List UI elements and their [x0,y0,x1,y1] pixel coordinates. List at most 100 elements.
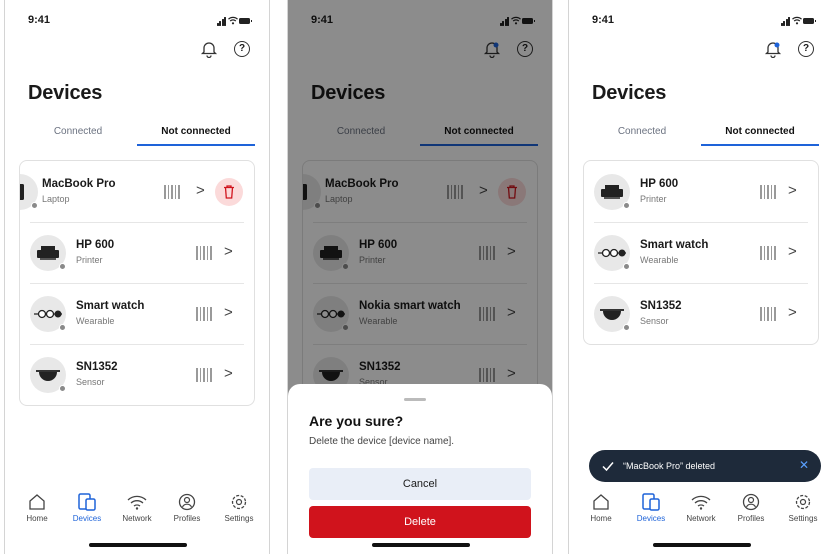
status-dot [623,202,630,209]
delete-button[interactable]: Delete [309,506,531,538]
chevron-right-icon[interactable]: > [788,183,798,199]
nav-devices[interactable]: Devices [61,492,113,523]
battery-icon [803,18,816,24]
device-name: Smart watch [640,239,709,251]
device-name: SN1352 [76,361,118,373]
chevron-right-icon[interactable]: > [788,305,798,321]
nav-devices[interactable]: Devices [625,492,677,523]
delete-button[interactable] [215,178,243,206]
check-icon [602,462,614,472]
chevron-right-icon[interactable]: > [196,183,206,199]
device-tabs: Connected Not connected [583,126,819,146]
signal-strength-icon [760,185,776,199]
nav-profiles[interactable]: Profiles [161,492,213,523]
tab-not-connected[interactable]: Not connected [137,126,255,146]
signal-strength-icon [760,246,776,260]
home-icon [593,494,609,510]
bell-icon[interactable] [764,40,782,58]
nav-settings-label: Settings [224,514,254,523]
home-indicator [653,543,751,547]
profile-icon [742,493,760,511]
chevron-right-icon[interactable]: > [788,244,798,260]
device-type: Printer [76,255,103,265]
device-list: MacBook Pro Laptop > HP 600 Printer > Sm… [19,160,255,406]
device-type: Sensor [76,377,105,387]
wifi-icon [127,495,147,510]
chevron-right-icon[interactable]: > [224,244,234,260]
page-title: Devices [28,82,103,104]
device-type: Wearable [640,255,679,265]
devices-icon [78,493,96,511]
dialog-message: Delete the device [device name]. [309,436,455,447]
nav-network[interactable]: Network [675,492,727,523]
toast-message: “MacBook Pro” deleted [623,461,716,471]
signal-strength-icon [196,246,212,260]
list-item[interactable]: HP 600 Printer > [584,161,818,222]
status-dot [59,385,66,392]
nav-home[interactable]: Home [575,492,627,523]
list-item[interactable]: MacBook Pro Laptop > [20,161,254,222]
cellular-icon [781,17,790,26]
tab-connected[interactable]: Connected [19,126,137,146]
wifi-icon [792,16,802,25]
nav-home-label: Home [26,514,48,523]
sheet-handle[interactable] [404,398,426,401]
close-icon[interactable]: ✕ [799,458,809,472]
nav-home[interactable]: Home [11,492,63,523]
page-title: Devices [592,82,667,104]
tab-not-connected[interactable]: Not connected [701,126,819,146]
chevron-right-icon[interactable]: > [224,366,234,382]
gear-icon [231,494,247,510]
nav-network-label: Network [122,514,152,523]
nav-devices-label: Devices [636,514,666,523]
status-time: 9:41 [592,14,615,26]
signal-strength-icon [196,368,212,382]
status-dot [623,263,630,270]
signal-strength-icon [760,307,776,321]
device-name: MacBook Pro [42,178,116,190]
status-dot [59,324,66,331]
bottom-nav: Home Devices Network Profiles Settings [5,492,269,532]
system-icons [781,16,816,26]
help-icon[interactable]: ? [798,41,814,57]
bottom-nav: Home Devices Network Profiles Settings [569,492,828,532]
nav-profiles[interactable]: Profiles [725,492,777,523]
nav-settings[interactable]: Settings [213,492,265,523]
device-name: HP 600 [640,178,679,190]
device-name: Smart watch [76,300,145,312]
device-list: HP 600 Printer > Smart watch Wearable > … [583,160,819,345]
list-item[interactable]: Smart watch Wearable > [20,283,254,344]
list-item[interactable]: SN1352 Sensor > [584,283,818,344]
list-item[interactable]: SN1352 Sensor > [20,344,254,405]
nav-network-label: Network [686,514,716,523]
status-dot [59,263,66,270]
tab-connected[interactable]: Connected [583,126,701,146]
home-icon [29,494,45,510]
bell-icon[interactable] [200,40,218,58]
device-type: Sensor [640,316,669,326]
nav-profiles-label: Profiles [737,514,765,523]
nav-settings-label: Settings [788,514,818,523]
device-tabs: Connected Not connected [19,126,255,146]
nav-settings[interactable]: Settings [777,492,828,523]
cancel-button[interactable]: Cancel [309,468,531,500]
status-bar: 9:41 [569,14,828,28]
device-name: SN1352 [640,300,682,312]
device-name: HP 600 [76,239,115,251]
cellular-icon [217,17,226,26]
nav-network[interactable]: Network [111,492,163,523]
chevron-right-icon[interactable]: > [224,305,234,321]
status-dot [623,324,630,331]
confirm-delete-sheet: Are you sure? Delete the device [device … [288,384,552,554]
screen-confirm-delete: 9:41 ? Devices Connected Not connected M… [287,0,553,554]
status-time: 9:41 [28,14,51,26]
profile-icon [178,493,196,511]
help-icon[interactable]: ? [234,41,250,57]
status-dot [31,202,38,209]
gear-icon [795,494,811,510]
signal-strength-icon [196,307,212,321]
device-type: Laptop [42,194,70,204]
list-item[interactable]: Smart watch Wearable > [584,222,818,283]
list-item[interactable]: HP 600 Printer > [20,222,254,283]
trash-icon [224,185,234,199]
